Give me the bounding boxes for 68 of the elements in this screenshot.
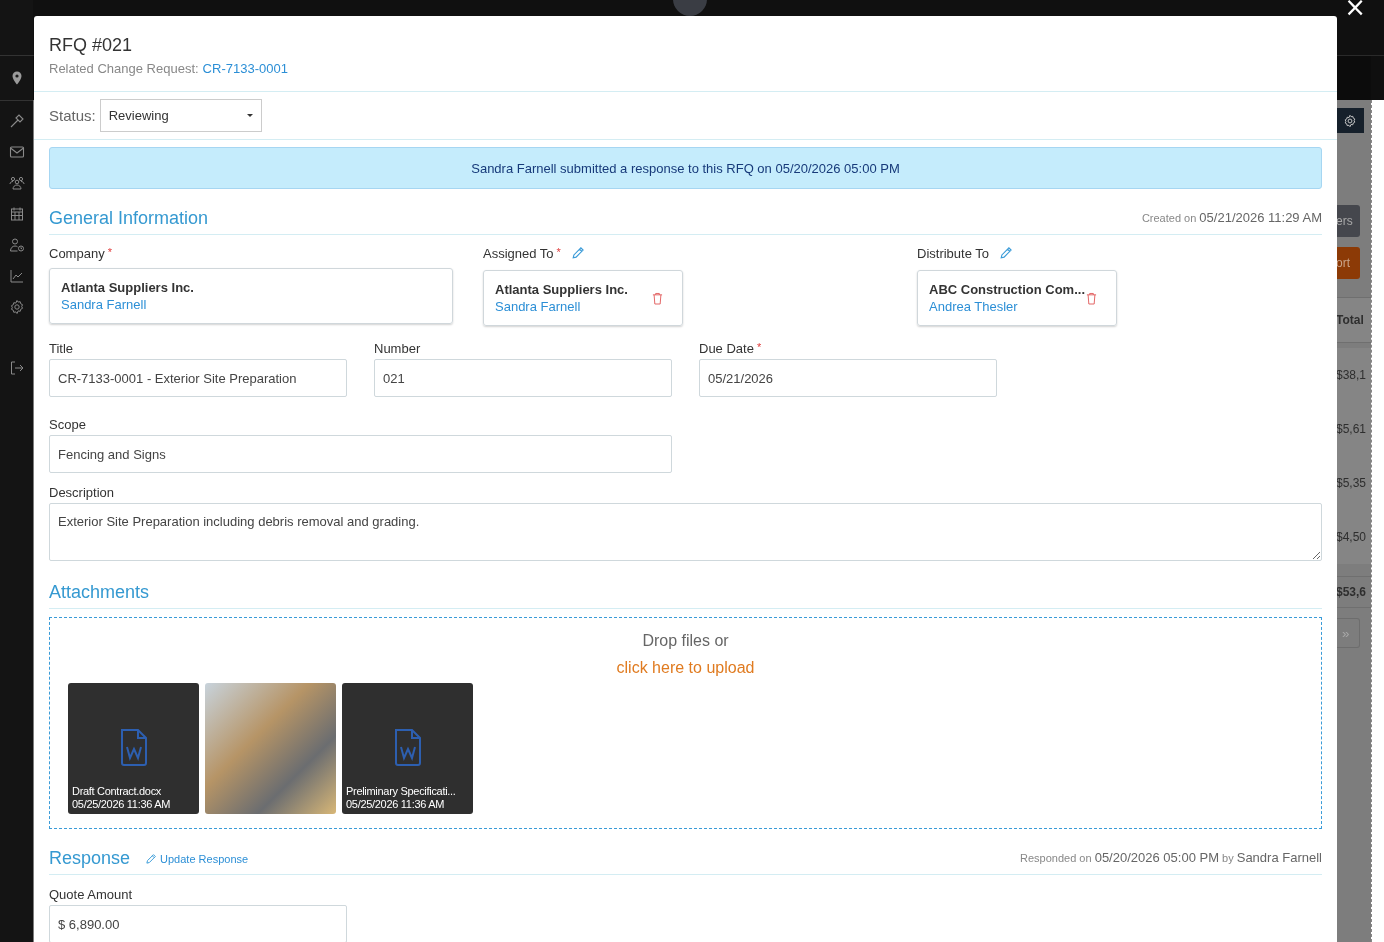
- related-label: Related Change Request:: [49, 61, 199, 76]
- field-label: Distribute To: [917, 245, 1013, 261]
- contact-link[interactable]: Sandra Farnell: [495, 299, 628, 314]
- field-label: Company *: [49, 245, 112, 261]
- edit-icon: [145, 853, 158, 865]
- dialog-title: RFQ #021: [49, 34, 134, 57]
- field-label: Description: [49, 484, 115, 500]
- calendar-icon[interactable]: [8, 206, 25, 222]
- file-date: 05/25/2026 11:36 AM: [346, 798, 446, 811]
- line-chart-icon[interactable]: [8, 268, 25, 284]
- table-cell-text: $5,61: [1336, 421, 1368, 438]
- description-field[interactable]: Exterior Site Preparation including debris removal and grading.: [49, 503, 1322, 561]
- status-select[interactable]: Reviewing: [99, 99, 262, 132]
- file-drop-zone[interactable]: Drop files or click here to upload Draft Contract.docx 05/25/2026 11:36 AM Preliminary Specificati... 05/25/2026 11:36 AM: [49, 617, 1322, 829]
- company-name: ABC Construction Com...: [929, 282, 1085, 297]
- drop-hint: Drop files or: [642, 631, 729, 651]
- scrollbar[interactable]: [1371, 100, 1384, 942]
- table-cell-text: $4,50: [1336, 529, 1368, 546]
- text-field[interactable]: 05/21/2026: [699, 359, 997, 397]
- field-label: Title: [49, 340, 74, 356]
- field-label: Number: [374, 340, 421, 356]
- field-label: Assigned To *: [483, 245, 585, 261]
- file-tile[interactable]: Preliminary Specificati... 05/25/2026 11:36 AM: [342, 683, 473, 814]
- file-name: Draft Contract.docx: [72, 785, 163, 798]
- file-date: 05/25/2026 11:36 AM: [72, 798, 172, 811]
- file-tile[interactable]: Draft Contract.docx 05/25/2026 11:36 AM: [68, 683, 199, 814]
- quote-amount-field[interactable]: $ 6,890.00: [49, 905, 347, 942]
- section-title: General Information: [49, 207, 209, 230]
- settings-icon: [1343, 113, 1357, 128]
- close-button[interactable]: ×: [1344, 0, 1366, 20]
- table-cell-text: $38,1: [1336, 367, 1368, 384]
- settings-button[interactable]: [1336, 108, 1364, 133]
- company-name: Atlanta Suppliers Inc.: [61, 280, 194, 295]
- contact-link[interactable]: Andrea Thesler: [929, 299, 1085, 314]
- settings-icon[interactable]: [8, 299, 25, 315]
- caret-icon: [246, 114, 253, 117]
- logout-icon[interactable]: [8, 360, 25, 376]
- word-document-icon: [118, 727, 149, 767]
- field-label: Quote Amount: [49, 886, 133, 902]
- word-document-icon: [392, 727, 423, 767]
- delete-icon[interactable]: [652, 291, 663, 305]
- photo-placeholder[interactable]: [205, 683, 336, 814]
- created-date: Created on 05/21/2026 11:29 AM: [1141, 210, 1322, 225]
- delete-icon[interactable]: [1086, 291, 1097, 305]
- status-label: Status:: [49, 107, 96, 124]
- update-response-link[interactable]: Update Response: [145, 853, 249, 865]
- table-cell-text: $5,35: [1336, 475, 1368, 492]
- section-title: Attachments: [49, 581, 150, 604]
- responded-info: Responded on 05/20/2026 05:00 PM by Sandra Farnell: [1020, 850, 1322, 865]
- text-field[interactable]: 021: [374, 359, 672, 397]
- change-request-link[interactable]: CR-7133-0001: [202, 61, 288, 76]
- text-field[interactable]: Fencing and Signs: [49, 435, 672, 473]
- people-icon[interactable]: [8, 175, 25, 191]
- text-field[interactable]: CR-7133-0001 - Exterior Site Preparation: [49, 359, 347, 397]
- field-label: Due Date *: [699, 340, 762, 356]
- hammer-icon[interactable]: [8, 113, 25, 129]
- field-label: Scope: [49, 416, 86, 432]
- info-alert: Sandra Farnell submitted a response to this RFQ on 05/20/2026 05:00 PM: [49, 147, 1322, 189]
- mail-icon[interactable]: [8, 144, 25, 160]
- edit-icon[interactable]: [999, 246, 1013, 260]
- file-name: Preliminary Specificati...: [346, 785, 457, 798]
- contact-link[interactable]: Sandra Farnell: [61, 297, 194, 312]
- filter-button[interactable]: ers: [1336, 205, 1360, 237]
- user-clock-icon[interactable]: [8, 237, 25, 253]
- edit-icon[interactable]: [570, 246, 585, 260]
- section-title: Response: [49, 847, 131, 870]
- company-name: Atlanta Suppliers Inc.: [495, 282, 628, 297]
- column-header: Total: [1336, 297, 1371, 343]
